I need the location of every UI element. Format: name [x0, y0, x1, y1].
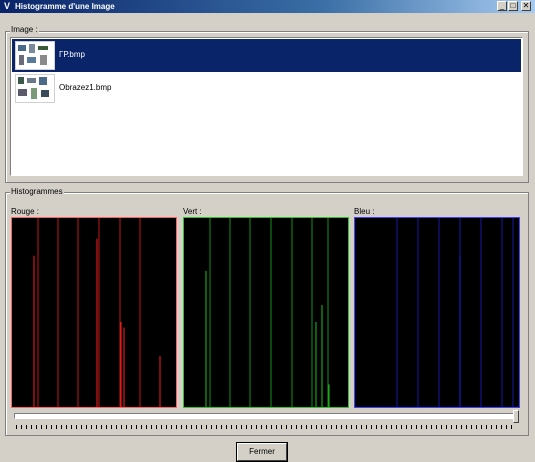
blue-histogram [354, 217, 520, 408]
list-item[interactable]: ГР.bmp [12, 39, 521, 72]
app-icon: V [3, 1, 10, 11]
histogram-plot [33, 218, 161, 407]
list-item-label: Obrazez1.bmp [59, 83, 112, 92]
threshold-slider[interactable] [14, 410, 520, 430]
green-histogram [183, 217, 349, 408]
close-window-button[interactable]: ✕ [521, 1, 531, 11]
list-item[interactable]: Obrazez1.bmp [12, 72, 521, 105]
histogram-plot [205, 218, 330, 407]
red-histogram-label: Rouge : [11, 207, 40, 216]
slider-track[interactable] [14, 413, 516, 419]
image-listbox[interactable]: ГР.bmp Obrazez1.bmp [10, 37, 523, 176]
slider-thumb[interactable] [513, 410, 519, 423]
green-histogram-label: Vert : [183, 207, 202, 216]
window-title: Histogramme d'une Image [15, 2, 115, 11]
maximize-button[interactable]: □ [508, 1, 518, 11]
image-thumbnail [15, 41, 55, 70]
slider-ticks [16, 425, 516, 429]
image-thumbnail [15, 74, 55, 103]
list-item-label: ГР.bmp [59, 50, 85, 59]
minimize-button[interactable]: _ [497, 1, 507, 11]
title-bar: V Histogramme d'une Image _ □ ✕ [0, 0, 535, 13]
blue-histogram-label: Bleu : [354, 207, 375, 216]
histogram-plot [396, 218, 514, 407]
histograms-group-label: Histogrammes [10, 187, 64, 196]
image-group-label: Image : [10, 25, 39, 34]
red-histogram [11, 217, 177, 408]
close-button[interactable]: Fermer [237, 443, 287, 461]
